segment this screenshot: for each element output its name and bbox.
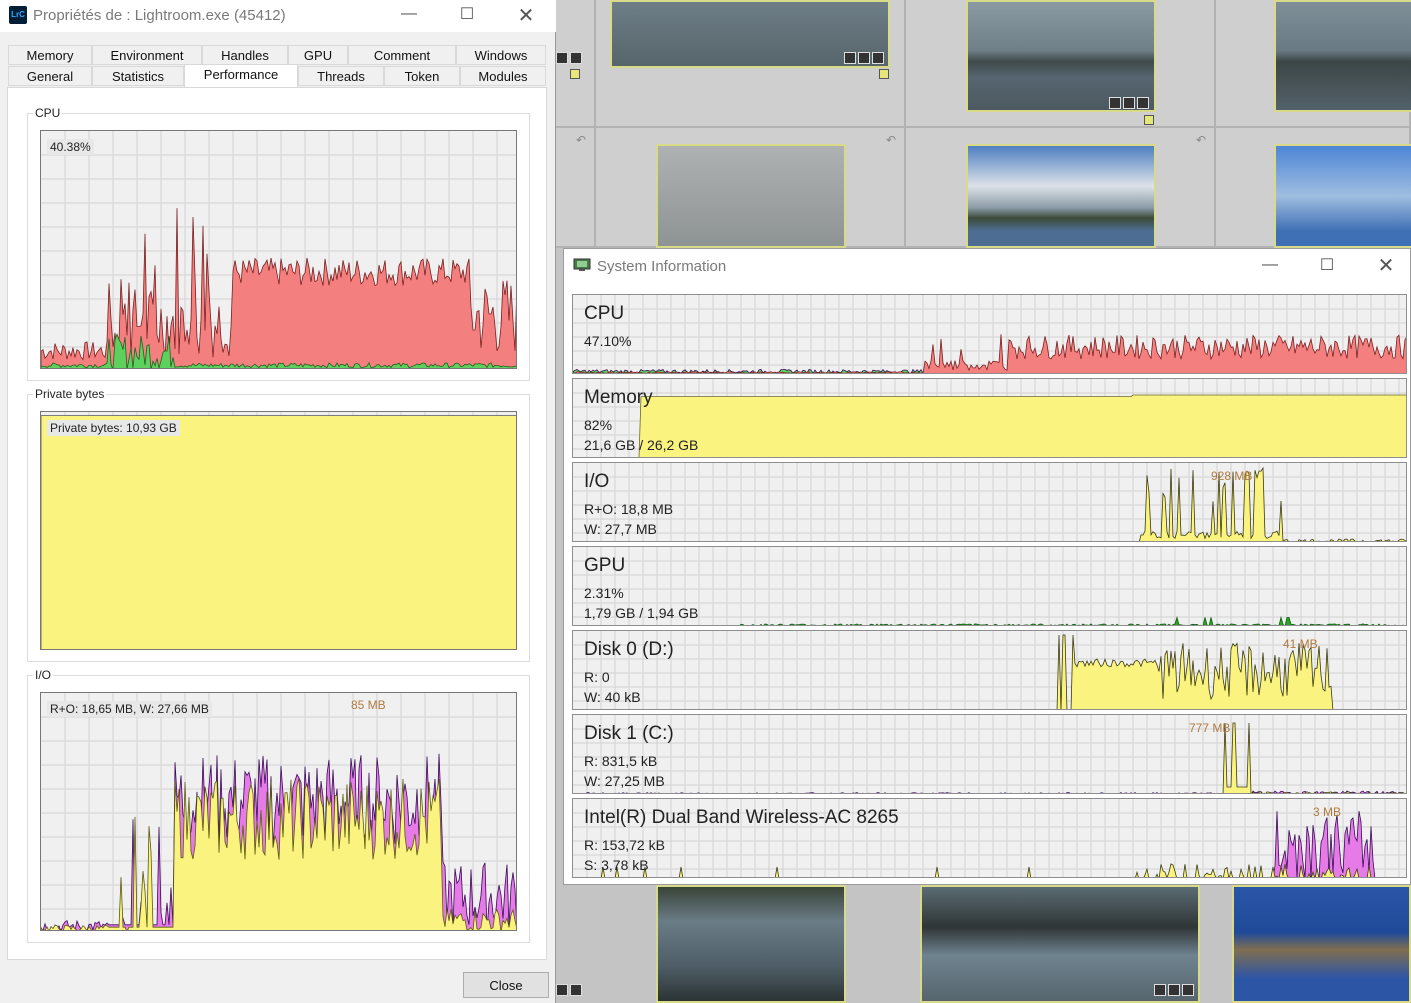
row-value: R: 153,72 kB <box>584 837 665 853</box>
tab-environment[interactable]: Environment <box>92 45 202 65</box>
row-value-2: 1,79 GB / 1,94 GB <box>584 605 699 621</box>
tab-comment[interactable]: Comment <box>348 45 456 65</box>
row-value-2: 21,6 GB / 26,2 GB <box>584 437 699 453</box>
io-readout: R+O: 18,65 MB, W: 27,66 MB <box>47 701 212 717</box>
lightroom-app-icon: LrC <box>9 6 27 24</box>
close-window-button[interactable]: ✕ <box>1363 253 1409 278</box>
row-value: 47.10% <box>584 333 632 349</box>
cpu-readout: 40.38% <box>47 139 94 155</box>
flag-marker[interactable] <box>1144 115 1154 125</box>
minimize-button[interactable]: — <box>386 5 432 23</box>
flag-marker[interactable] <box>879 69 889 79</box>
tab-memory[interactable]: Memory <box>8 45 92 65</box>
photo-thumbnail[interactable] <box>656 885 846 1003</box>
photo-thumbnail[interactable] <box>1274 144 1411 248</box>
wireless-row[interactable]: Intel(R) Dual Band Wireless-AC 8265 R: 1… <box>572 798 1407 878</box>
window-title: System Information <box>597 258 727 275</box>
rotate-icon[interactable]: ↶ <box>576 133 586 147</box>
grid-cell <box>556 0 596 128</box>
tab-threads[interactable]: Threads <box>298 66 384 86</box>
io-peak-label: 85 MB <box>351 698 386 712</box>
photo-thumbnail[interactable] <box>966 144 1156 248</box>
gpu-row[interactable]: GPU 2.31% 1,79 GB / 1,94 GB <box>572 546 1407 626</box>
row-title: I/O <box>584 471 610 492</box>
peak-label: 3 MB <box>1313 805 1342 819</box>
row-title: CPU <box>584 303 625 324</box>
close-window-button[interactable]: ✕ <box>503 3 549 28</box>
system-information-window: System Information — ☐ ✕ CPU 47.10% Memo… <box>563 248 1411 885</box>
private-bytes-readout: Private bytes: 10,93 GB <box>47 420 180 436</box>
rotate-icon[interactable]: ↶ <box>1196 133 1206 147</box>
row-value-2: S: 3,78 kB <box>584 857 649 873</box>
tab-modules[interactable]: Modules <box>460 66 546 86</box>
tab-handles[interactable]: Handles <box>202 45 288 65</box>
row-value: R+O: 18,8 MB <box>584 501 674 517</box>
row-value-2: W: 27,7 MB <box>584 521 657 537</box>
cpu-usage-area <box>41 208 516 368</box>
maximize-button[interactable]: ☐ <box>1304 255 1350 275</box>
process-properties-window: LrC Propriétés de : Lightroom.exe (45412… <box>0 0 556 1003</box>
tab-token[interactable]: Token <box>384 66 460 86</box>
cpu-group-label: CPU <box>33 106 63 120</box>
peak-label: 41 MB <box>1283 637 1318 651</box>
photo-thumbnail[interactable] <box>1274 0 1411 112</box>
thumbnail-badges <box>1154 984 1194 996</box>
maximize-button[interactable]: ☐ <box>444 4 490 24</box>
peak-label: 777 MB <box>1189 721 1231 735</box>
window-title: Propriétés de : Lightroom.exe (45412) <box>33 7 286 24</box>
disk-1-row[interactable]: Disk 1 (C:) R: 831,5 kB W: 27,25 MB 777 … <box>572 714 1407 794</box>
cpu-row[interactable]: CPU 47.10% <box>572 294 1407 374</box>
close-button[interactable]: Close <box>463 972 549 998</box>
system-information-icon <box>573 258 591 271</box>
disk-0-row[interactable]: Disk 0 (D:) R: 0 W: 40 kB 41 MB <box>572 630 1407 710</box>
flag-marker[interactable] <box>570 69 580 79</box>
thumbnail-badges <box>556 984 582 996</box>
tab-gpu[interactable]: GPU <box>288 45 348 65</box>
title-bar[interactable]: LrC Propriétés de : Lightroom.exe (45412… <box>0 0 556 32</box>
private-bytes-graph: Private bytes: 10,93 GB <box>40 411 517 650</box>
private-bytes-area <box>41 415 516 649</box>
photo-thumbnail[interactable] <box>966 0 1156 112</box>
thumbnail-badges <box>556 52 582 64</box>
row-title: Disk 1 (C:) <box>584 723 674 744</box>
io-graph: R+O: 18,65 MB, W: 27,66 MB 85 MB <box>40 692 517 931</box>
private-bytes-group-label: Private bytes <box>33 387 107 401</box>
tab-general[interactable]: General <box>8 66 92 86</box>
row-title: Disk 0 (D:) <box>584 639 674 660</box>
performance-tab-panel: CPU 40.38% Private bytes Private bytes: … <box>7 87 547 960</box>
minimize-button[interactable]: — <box>1247 256 1293 274</box>
disk1-usage-area-secondary <box>582 790 1406 793</box>
photo-thumbnail[interactable] <box>1232 885 1411 1003</box>
photo-thumbnail[interactable] <box>656 144 846 248</box>
row-value: R: 831,5 kB <box>584 753 658 769</box>
io-group-label: I/O <box>33 668 54 682</box>
thumbnail-badges <box>1109 97 1149 109</box>
row-value-2: W: 40 kB <box>584 689 641 705</box>
thumbnail-badges <box>844 52 884 64</box>
peak-label: 928 MB <box>1211 469 1253 483</box>
io-row[interactable]: I/O R+O: 18,8 MB W: 27,7 MB 928 MB <box>572 462 1407 542</box>
row-title: Memory <box>584 387 653 408</box>
tab-statistics[interactable]: Statistics <box>92 66 184 86</box>
row-title: Intel(R) Dual Band Wireless-AC 8265 <box>584 807 899 828</box>
cpu-graph: 40.38% <box>40 130 517 369</box>
cpu-usage-area <box>573 334 1406 373</box>
disk1-usage-area <box>718 722 1405 793</box>
title-bar[interactable]: System Information — ☐ ✕ <box>564 249 1410 287</box>
tab-windows[interactable]: Windows <box>456 45 546 65</box>
tab-performance[interactable]: Performance <box>184 64 298 87</box>
row-value: 2.31% <box>584 585 624 601</box>
row-value: 82% <box>584 417 613 433</box>
rotate-icon[interactable]: ↶ <box>886 133 896 147</box>
row-value-2: W: 27,25 MB <box>584 773 665 789</box>
memory-row[interactable]: Memory 82% 21,6 GB / 26,2 GB <box>572 378 1407 458</box>
row-value: R: 0 <box>584 669 610 685</box>
row-title: GPU <box>584 555 626 576</box>
